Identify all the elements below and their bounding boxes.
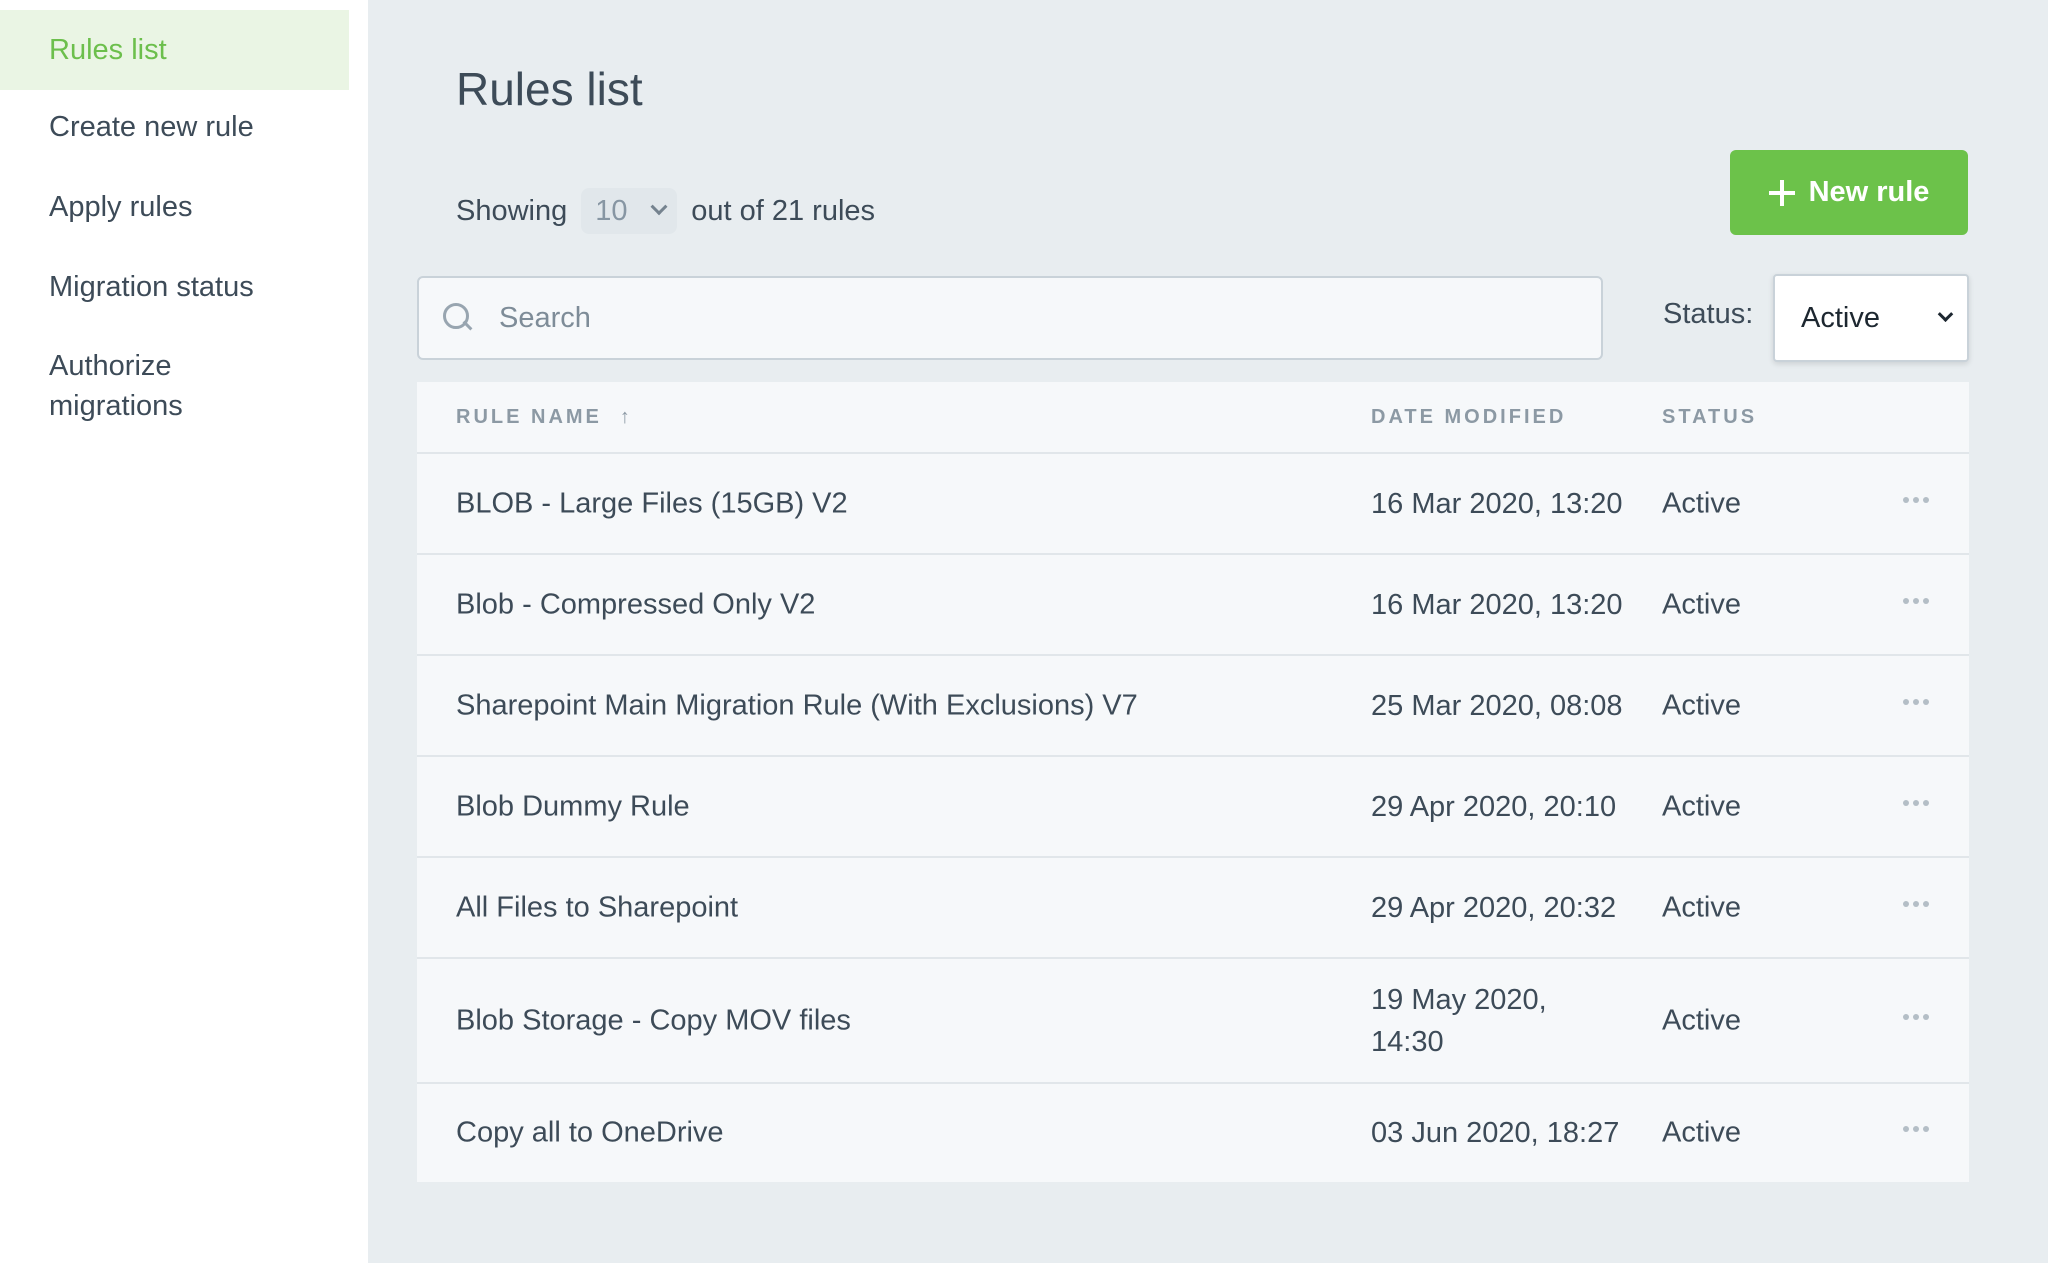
sidebar-item-label: Apply rules bbox=[49, 191, 193, 223]
column-header-status[interactable]: STATUS bbox=[1662, 406, 1757, 429]
sidebar-item-authorize-migrations[interactable]: Authorize migrations bbox=[0, 346, 260, 428]
status-filter-label: Status: bbox=[1663, 298, 1754, 330]
rule-status: Active bbox=[1662, 588, 1741, 620]
sidebar-item-label: Rules list bbox=[49, 34, 167, 66]
plus-icon bbox=[1768, 179, 1795, 206]
date-modified: 19 May 2020, 14:30 bbox=[1371, 983, 1547, 1058]
rule-status: Active bbox=[1662, 689, 1741, 721]
rule-name: All Files to Sharepoint bbox=[456, 891, 739, 923]
page-title: Rules list bbox=[456, 63, 643, 115]
sort-ascending-icon: ↑ bbox=[619, 406, 630, 428]
column-header-label: RULE NAME bbox=[456, 406, 602, 428]
date-modified: 16 Mar 2020, 13:20 bbox=[1371, 487, 1623, 520]
rule-name: Sharepoint Main Migration Rule (With Exc… bbox=[456, 689, 1138, 721]
sidebar-item-rules-list[interactable]: Rules list bbox=[0, 10, 349, 90]
rule-name: Blob Storage - Copy MOV files bbox=[456, 1004, 851, 1036]
rule-status: Active bbox=[1662, 891, 1741, 923]
rules-table: RULE NAME ↑ DATE MODIFIED STATUS BLOB - L… bbox=[417, 382, 1969, 1182]
rule-name: BLOB - Large Files (15GB) V2 bbox=[456, 487, 848, 519]
table-row[interactable]: Blob Dummy Rule 29 Apr 2020, 20:10 Activ… bbox=[417, 757, 1969, 858]
table-row[interactable]: Sharepoint Main Migration Rule (With Exc… bbox=[417, 656, 1969, 757]
table-row[interactable]: Blob - Compressed Only V2 16 Mar 2020, 1… bbox=[417, 555, 1969, 656]
rule-status: Active bbox=[1662, 1004, 1741, 1036]
rule-name: Blob Dummy Rule bbox=[456, 790, 690, 822]
date-modified: 29 Apr 2020, 20:32 bbox=[1371, 891, 1617, 924]
table-header: RULE NAME ↑ DATE MODIFIED STATUS bbox=[417, 382, 1969, 454]
rule-name: Copy all to OneDrive bbox=[456, 1116, 724, 1149]
sidebar-item-label: Migration status bbox=[49, 271, 254, 303]
sidebar-item-label: Authorize migrations bbox=[49, 350, 183, 422]
table-row[interactable]: All Files to Sharepoint 29 Apr 2020, 20:… bbox=[417, 858, 1969, 959]
column-header-date-modified[interactable]: DATE MODIFIED bbox=[1371, 406, 1566, 429]
search-input[interactable] bbox=[499, 301, 1579, 335]
date-modified: 16 Mar 2020, 13:20 bbox=[1371, 588, 1623, 621]
rule-status: Active bbox=[1662, 790, 1741, 822]
showing-suffix: out of 21 rules bbox=[691, 194, 876, 227]
rule-status: Active bbox=[1662, 487, 1741, 519]
table-row[interactable]: BLOB - Large Files (15GB) V2 16 Mar 2020… bbox=[417, 454, 1969, 555]
sidebar-item-create-new-rule[interactable]: Create new rule bbox=[0, 106, 349, 148]
more-options-icon[interactable] bbox=[1903, 1126, 1929, 1132]
table-row[interactable]: Blob Storage - Copy MOV files 19 May 202… bbox=[417, 959, 1969, 1084]
sidebar-item-migration-status[interactable]: Migration status bbox=[0, 266, 349, 308]
more-options-icon[interactable] bbox=[1903, 900, 1929, 907]
status-filter-value: Active bbox=[1801, 301, 1880, 334]
new-rule-button[interactable]: New rule bbox=[1730, 150, 1968, 235]
search-icon bbox=[443, 303, 473, 333]
sidebar: Rules list Create new rule Apply rules M… bbox=[0, 0, 368, 1263]
more-options-icon[interactable] bbox=[1903, 597, 1929, 604]
date-modified: 29 Apr 2020, 20:10 bbox=[1371, 790, 1617, 823]
page-size-value: 10 bbox=[595, 194, 628, 227]
search-box bbox=[417, 276, 1603, 360]
chevron-down-icon bbox=[1937, 305, 1954, 322]
showing-prefix: Showing bbox=[456, 194, 568, 227]
main-content: Rules list Showing 10 out of 21 rules Ne… bbox=[368, 0, 2048, 1263]
rule-status: Active bbox=[1662, 1116, 1741, 1149]
sidebar-item-apply-rules[interactable]: Apply rules bbox=[0, 186, 349, 228]
table-row[interactable]: Copy all to OneDrive 03 Jun 2020, 18:27 … bbox=[417, 1084, 1969, 1182]
status-filter-select[interactable]: Active bbox=[1773, 274, 1969, 362]
date-modified: 03 Jun 2020, 18:27 bbox=[1371, 1117, 1620, 1149]
rule-name: Blob - Compressed Only V2 bbox=[456, 588, 816, 620]
chevron-down-icon bbox=[650, 198, 668, 216]
column-header-rule-name[interactable]: RULE NAME ↑ bbox=[456, 406, 630, 429]
more-options-icon[interactable] bbox=[1903, 698, 1929, 705]
more-options-icon[interactable] bbox=[1903, 496, 1929, 503]
more-options-icon[interactable] bbox=[1903, 1013, 1929, 1020]
pagination-summary: Showing 10 out of 21 rules bbox=[456, 186, 875, 236]
sidebar-item-label: Create new rule bbox=[49, 111, 254, 143]
page-size-select[interactable]: 10 bbox=[581, 188, 678, 234]
new-rule-label: New rule bbox=[1808, 176, 1930, 208]
date-modified: 25 Mar 2020, 08:08 bbox=[1371, 689, 1623, 722]
more-options-icon[interactable] bbox=[1903, 799, 1929, 806]
